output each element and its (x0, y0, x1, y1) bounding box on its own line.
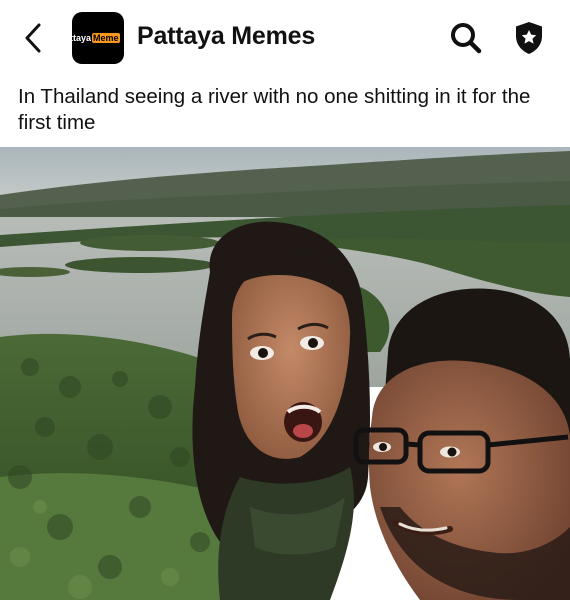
page-avatar[interactable]: ttaya Meme (72, 12, 124, 64)
chevron-left-icon (25, 23, 41, 53)
top-bar: ttaya Meme Pattaya Memes (0, 0, 570, 76)
search-button[interactable] (449, 21, 483, 55)
selfie-river-image (0, 147, 570, 600)
post-caption: In Thailand seeing a river with no one s… (18, 85, 531, 134)
admin-shield-button[interactable] (513, 20, 545, 56)
back-button[interactable] (20, 20, 48, 56)
search-icon (451, 23, 482, 54)
shield-star-icon (516, 22, 542, 54)
page-logo: ttaya Meme (72, 33, 120, 43)
post-photo[interactable] (0, 147, 570, 600)
page-title[interactable]: Pattaya Memes (137, 22, 315, 51)
